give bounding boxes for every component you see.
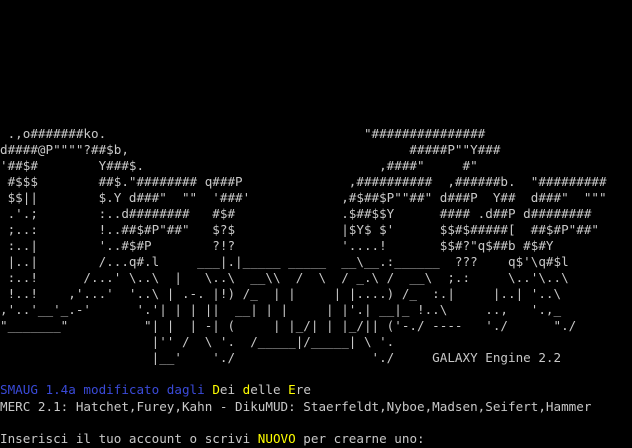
terminal-window[interactable]: .,o#######ko. "############### d####@P""… (0, 0, 632, 448)
delle-rest: elle (250, 382, 289, 397)
prompt-text-after: per crearne uno: (295, 431, 425, 446)
ascii-logo-art: .,o#######ko. "############### d####@P""… (0, 126, 607, 365)
prompt-keyword-nuovo: NUOVO (257, 431, 296, 446)
dei-initial: D (212, 382, 220, 397)
ere-rest: re (295, 382, 311, 397)
ere-initial: E (288, 382, 296, 397)
smaug-credit-line: SMAUG 1.4a modificato dagli Dei delle Er… (0, 382, 311, 398)
smaug-version-text: SMAUG 1.4a modificato dagli (0, 382, 213, 397)
merc-credit-line: MERC 2.1: Hatchet,Furey,Kahn - DikuMUD: … (0, 399, 592, 414)
prompt-text-before: Inserisci il tuo account o scrivi (0, 431, 258, 446)
dei-rest: ei (219, 382, 243, 397)
login-prompt[interactable]: Inserisci il tuo account o scrivi NUOVO … (0, 431, 433, 447)
